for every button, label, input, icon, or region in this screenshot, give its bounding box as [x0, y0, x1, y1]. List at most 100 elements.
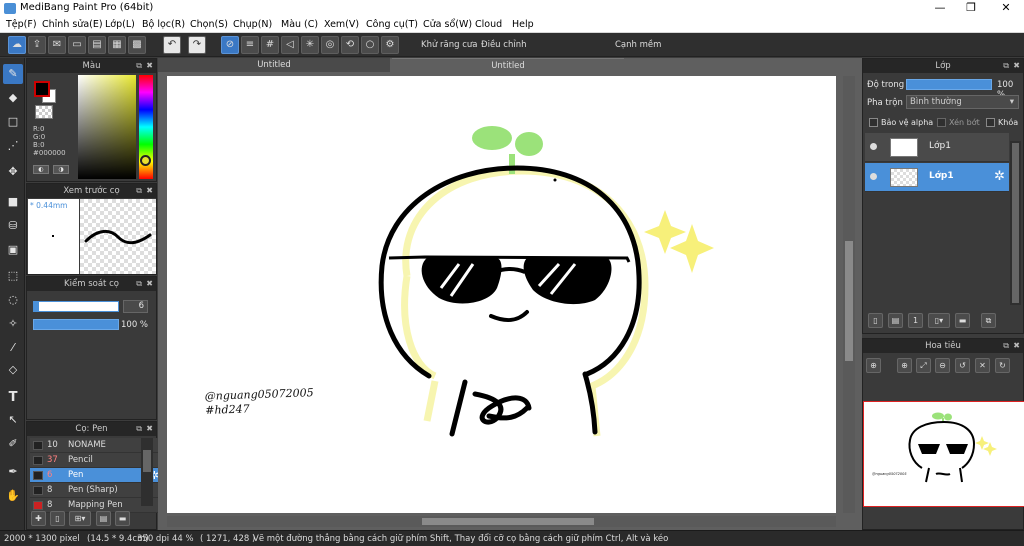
eraser-tool-icon[interactable]: ◆: [3, 88, 23, 108]
menu-layer[interactable]: Lớp(L): [105, 19, 135, 30]
select-eraser-icon[interactable]: ◇: [3, 360, 23, 380]
brush-opacity-slider[interactable]: [33, 319, 119, 330]
undock-icon[interactable]: ⧉: [136, 422, 142, 436]
cross-snap-icon[interactable]: #: [261, 36, 279, 54]
blend-mode-select[interactable]: Bình thường ▾: [906, 95, 1019, 109]
snap-off-icon[interactable]: ⊘: [221, 36, 239, 54]
lock-checkbox[interactable]: [986, 118, 995, 127]
vertical-scrollbar[interactable]: [843, 76, 855, 513]
undock-icon[interactable]: ⧉: [136, 277, 142, 291]
add-brush-icon[interactable]: ✚: [31, 511, 46, 526]
zoom-in-icon[interactable]: ⊕: [866, 358, 881, 373]
menu-color[interactable]: Màu (C): [281, 19, 318, 30]
bucket-tool-icon[interactable]: ⛁: [3, 216, 23, 236]
color-palette-button[interactable]: ◑: [53, 165, 69, 174]
tab-untitled-1[interactable]: Untitled: [158, 58, 390, 72]
menu-filter[interactable]: Bộ lọc(R): [142, 19, 185, 30]
menu-tools[interactable]: Công cụ(T): [366, 19, 418, 30]
layer-folder-icon[interactable]: ▬: [955, 313, 970, 328]
undock-icon[interactable]: ⧉: [136, 184, 142, 198]
new-halftone-layer-icon[interactable]: ▤: [888, 313, 903, 328]
move-tool-icon[interactable]: ✥: [3, 162, 23, 182]
clipping-checkbox[interactable]: [937, 118, 946, 127]
scroll-thumb[interactable]: [1012, 143, 1019, 303]
redo-button[interactable]: ↷: [188, 36, 206, 54]
close-icon[interactable]: ✖: [1013, 59, 1020, 73]
brush-folder-icon[interactable]: ▬: [115, 511, 130, 526]
rotate-left-icon[interactable]: ↺: [955, 358, 970, 373]
vanishing-point-snap-icon[interactable]: ◁: [281, 36, 299, 54]
menu-edit[interactable]: Chỉnh sửa(E): [42, 19, 103, 30]
curve-snap-icon[interactable]: ⟲: [341, 36, 359, 54]
eye-icon[interactable]: [870, 173, 877, 180]
menu-view[interactable]: Xem(V): [324, 19, 359, 30]
brush-size-slider[interactable]: [33, 301, 119, 312]
brush-size-input[interactable]: 6: [123, 300, 148, 313]
vertical-scroll-thumb[interactable]: [845, 241, 853, 361]
rotate-right-icon[interactable]: ↻: [995, 358, 1010, 373]
tab-untitled-2[interactable]: Untitled: [392, 58, 624, 72]
new-layer-icon[interactable]: ▯: [868, 313, 883, 328]
undock-icon[interactable]: ⧉: [136, 59, 142, 73]
close-icon[interactable]: ✖: [1013, 339, 1020, 353]
layer-opacity-slider[interactable]: [906, 79, 992, 90]
layer-row-selected[interactable]: Lớp1 ✲: [865, 163, 1009, 192]
snap-settings-icon[interactable]: ⚙: [381, 36, 399, 54]
navigator-thumbnail[interactable]: @nguang05072005: [863, 401, 1024, 507]
cloud-icon[interactable]: ☁: [8, 36, 26, 54]
menu-snap[interactable]: Chụp(N): [233, 19, 272, 30]
hand-tool-icon[interactable]: ✋: [3, 486, 23, 506]
select-tool-icon[interactable]: ⬚: [3, 266, 23, 286]
horizontal-scrollbar[interactable]: [167, 516, 836, 527]
shape-tool-icon[interactable]: ■: [3, 192, 23, 212]
menu-window[interactable]: Cửa sổ(W): [423, 19, 472, 30]
restore-button[interactable]: ❐: [955, 0, 987, 17]
duplicate-layer-icon[interactable]: ⧉: [981, 313, 996, 328]
reset-view-icon[interactable]: ✕: [975, 358, 990, 373]
rectangle-select-icon[interactable]: □: [3, 112, 23, 132]
minimize-button[interactable]: —: [924, 0, 956, 17]
zoom-out-icon[interactable]: ⊖: [935, 358, 950, 373]
add-layer-menu-icon[interactable]: ▯▾: [928, 313, 950, 328]
gradient-tool-icon[interactable]: ▣: [3, 240, 23, 260]
menu-help[interactable]: Help: [512, 19, 534, 30]
brush-options-icon[interactable]: ⊞▾: [69, 511, 91, 526]
saturation-value-picker[interactable]: [78, 75, 136, 179]
layer-list-scrollbar[interactable]: [1010, 141, 1021, 305]
menu-file[interactable]: Tệp(F): [6, 19, 37, 30]
eye-icon[interactable]: [870, 143, 877, 150]
comment-icon[interactable]: ✉: [48, 36, 66, 54]
dot-brush-icon[interactable]: ⋰: [3, 136, 23, 156]
document-icon[interactable]: ▤: [88, 36, 106, 54]
horizontal-scroll-thumb[interactable]: [422, 518, 594, 525]
close-icon[interactable]: ✖: [146, 277, 153, 291]
menu-select[interactable]: Chọn(S): [190, 19, 228, 30]
color-picker-button[interactable]: ◐: [33, 165, 49, 174]
new-1bit-layer-icon[interactable]: 1: [908, 313, 923, 328]
gear-icon[interactable]: ✲: [994, 169, 1005, 184]
new-brush-icon[interactable]: ▯: [50, 511, 65, 526]
brush-settings-icon[interactable]: ▤: [96, 511, 111, 526]
circle-snap-icon[interactable]: ○: [361, 36, 379, 54]
undock-icon[interactable]: ⧉: [1003, 59, 1009, 73]
new-document-icon[interactable]: ▭: [68, 36, 86, 54]
radial-snap-icon[interactable]: ✳: [301, 36, 319, 54]
transparent-color-swatch[interactable]: [35, 105, 53, 119]
select-pen-icon[interactable]: ⁄: [3, 338, 23, 358]
parallel-snap-icon[interactable]: ≡: [241, 36, 259, 54]
menu-cloud[interactable]: Cloud: [475, 19, 502, 30]
eyedropper-tool-icon[interactable]: ✐: [3, 434, 23, 454]
fit-window-icon[interactable]: ⤢: [916, 358, 931, 373]
panel-layout-icon[interactable]: ▦: [108, 36, 126, 54]
pen-tool-icon[interactable]: ✒: [3, 462, 23, 482]
undock-icon[interactable]: ⧉: [1003, 339, 1009, 353]
text-tool-icon[interactable]: T: [3, 388, 23, 408]
lasso-tool-icon[interactable]: ◌: [3, 290, 23, 310]
close-icon[interactable]: ✖: [146, 184, 153, 198]
undo-button[interactable]: ↶: [163, 36, 181, 54]
protect-alpha-checkbox[interactable]: [869, 118, 878, 127]
brush-list-scrollbar[interactable]: [141, 438, 153, 506]
brush-tool-icon[interactable]: ✎: [3, 64, 23, 84]
close-icon[interactable]: ✖: [146, 59, 153, 73]
hue-slider-handle[interactable]: [140, 155, 151, 166]
